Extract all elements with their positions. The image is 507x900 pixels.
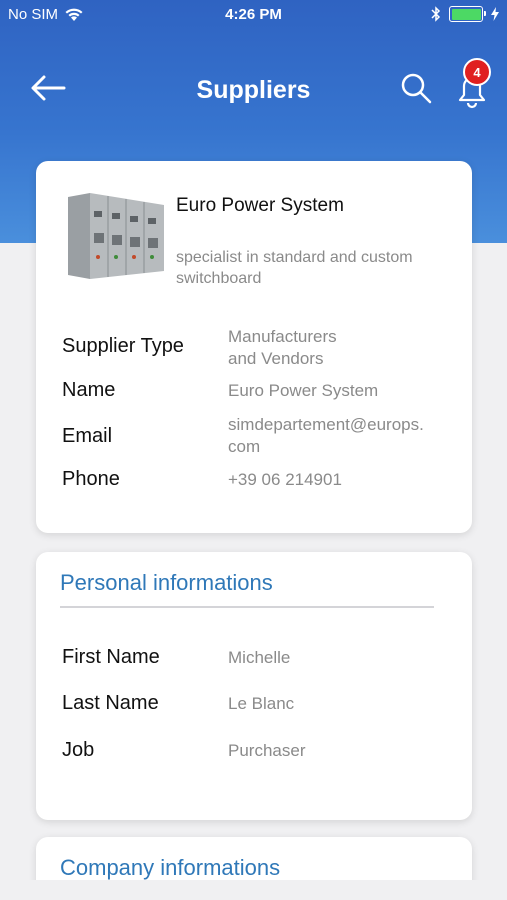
supplier-card: Euro Power System specialist in standard… <box>36 161 472 533</box>
battery-icon <box>449 6 486 22</box>
search-icon[interactable] <box>398 70 434 106</box>
name-label: Name <box>62 379 116 401</box>
navbar: Suppliers <box>0 60 507 120</box>
bluetooth-icon <box>431 6 441 22</box>
last-name-value: Le Blanc <box>228 694 295 713</box>
supplier-type-value: Manufacturers and Vendors <box>228 327 337 368</box>
status-right-group <box>431 6 499 22</box>
job-value: Purchaser <box>228 741 306 760</box>
company-description: specialist in standard and custom switch… <box>176 249 413 287</box>
section-divider <box>60 606 434 608</box>
bottom-fade <box>0 880 507 900</box>
first-name-label: First Name <box>62 646 160 668</box>
supplier-type-label: Supplier Type <box>62 335 184 357</box>
first-name-value: Michelle <box>228 648 291 667</box>
last-name-label: Last Name <box>62 692 159 714</box>
company-name: Euro Power System <box>176 195 344 216</box>
personal-info-card: Personal informations First Name Michell… <box>36 552 472 820</box>
phone-label: Phone <box>62 468 120 490</box>
charging-icon <box>491 7 499 21</box>
job-label: Job <box>62 739 95 761</box>
email-label: Email <box>62 425 113 447</box>
personal-info-title: Personal informations <box>60 570 273 595</box>
name-value: Euro Power System <box>228 381 379 400</box>
company-info-title: Company informations <box>60 855 281 880</box>
phone-value[interactable]: +39 06 214901 <box>228 469 458 491</box>
status-bar: No SIM 4:26 PM <box>0 0 507 30</box>
notification-badge[interactable]: 4 <box>463 58 491 86</box>
email-value[interactable]: simdepartement@europs. com <box>228 414 458 458</box>
switchboard-image <box>68 193 164 279</box>
